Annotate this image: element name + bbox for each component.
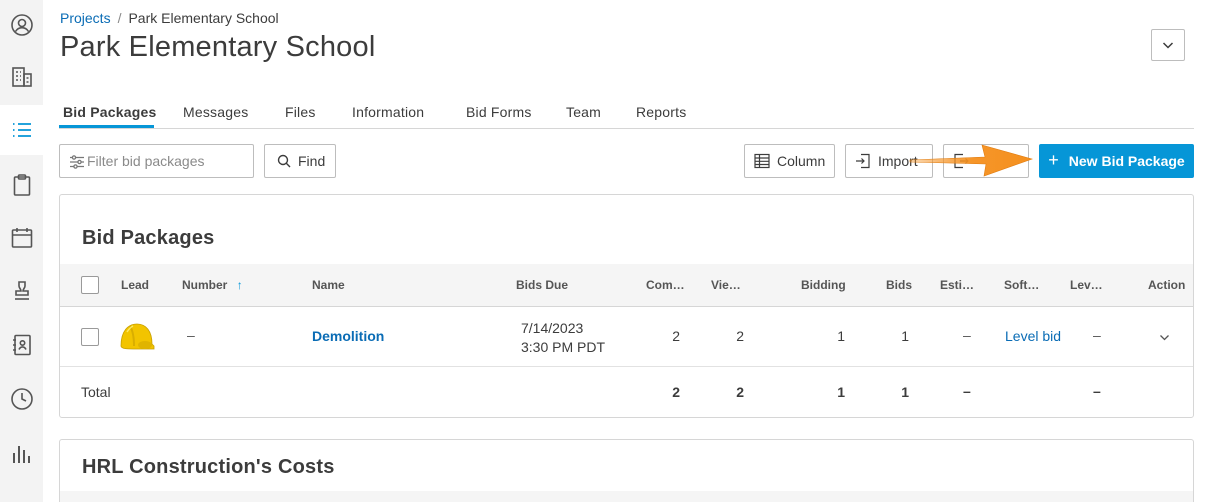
viewed-cell: 2 xyxy=(736,328,744,344)
total-label: Total xyxy=(81,384,111,400)
rail-clipboard[interactable] xyxy=(0,160,43,210)
column-header-leveled[interactable]: Lev… xyxy=(1070,278,1103,292)
tab-messages[interactable]: Messages xyxy=(183,104,248,120)
column-header-estimate[interactable]: Esti… xyxy=(940,278,974,292)
column-header-action: Action xyxy=(1148,278,1186,292)
bids-due-date: 7/14/2023 xyxy=(521,320,584,336)
rail-calendar[interactable] xyxy=(0,213,43,263)
search-icon xyxy=(277,154,291,168)
calendar-icon xyxy=(11,228,32,248)
new-bid-package-button[interactable]: + New Bid Package xyxy=(1039,144,1194,178)
costs-title: HRL Construction's Costs xyxy=(82,456,335,478)
bid-packages-title: Bid Packages xyxy=(82,227,215,249)
total-leveled: – xyxy=(1093,383,1101,399)
export-button[interactable] xyxy=(943,144,1029,178)
breadcrumb: Projects / Park Elementary School xyxy=(60,10,279,26)
column-header-software[interactable]: Soft… xyxy=(1004,278,1039,292)
row-checkbox[interactable] xyxy=(81,328,99,346)
hard-hat-icon xyxy=(120,323,155,350)
page-title: Park Elementary School xyxy=(60,31,376,63)
rail-stamp[interactable] xyxy=(0,266,43,316)
table-header: Lead Number ↑ Name Bids Due Com… Vie… Bi… xyxy=(60,264,1193,307)
left-rail xyxy=(0,0,43,502)
rail-analytics[interactable] xyxy=(0,429,43,479)
building-icon xyxy=(11,67,32,87)
column-header-number-label: Number xyxy=(182,278,228,292)
filter-icon xyxy=(70,155,84,169)
column-header-bidding[interactable]: Bidding xyxy=(801,278,846,292)
row-actions-chevron-icon[interactable] xyxy=(1159,332,1170,343)
active-tab-indicator xyxy=(59,125,154,128)
column-header-viewed[interactable]: Vie… xyxy=(711,278,741,292)
column-header-number[interactable]: Number ↑ xyxy=(182,278,243,292)
filter-box xyxy=(59,144,254,178)
table-columns-icon xyxy=(754,153,770,169)
filter-input[interactable] xyxy=(87,145,251,177)
project-menu-button[interactable] xyxy=(1151,29,1185,61)
clipboard-icon xyxy=(13,174,30,196)
import-icon xyxy=(856,153,870,169)
new-bid-package-label: New Bid Package xyxy=(1068,153,1185,169)
user-circle-icon xyxy=(10,14,33,36)
rail-projects[interactable] xyxy=(0,52,43,102)
total-bidding: 1 xyxy=(837,384,845,400)
bids-cell: 1 xyxy=(901,328,909,344)
rail-history[interactable] xyxy=(0,374,43,424)
estimate-cell: – xyxy=(963,327,971,343)
tab-bid-forms[interactable]: Bid Forms xyxy=(466,104,532,120)
column-header-lead[interactable]: Lead xyxy=(121,278,149,292)
breadcrumb-projects-link[interactable]: Projects xyxy=(60,10,111,26)
bidding-cell: 1 xyxy=(837,328,845,344)
total-committed: 2 xyxy=(672,384,680,400)
column-header-committed[interactable]: Com… xyxy=(646,278,685,292)
total-viewed: 2 xyxy=(736,384,744,400)
leveled-cell: – xyxy=(1093,327,1101,343)
rail-bid-board[interactable] xyxy=(0,105,43,155)
column-button[interactable]: Column xyxy=(744,144,835,178)
import-button[interactable]: Import xyxy=(845,144,933,178)
column-label: Column xyxy=(777,153,826,169)
bar-chart-icon xyxy=(12,446,30,463)
breadcrumb-current: Park Elementary School xyxy=(128,10,279,26)
number-cell: – xyxy=(187,327,195,343)
chevron-down-icon xyxy=(1162,42,1174,49)
table-row: – Demolition 7/14/2023 3:30 PM PDT 2 2 1… xyxy=(60,307,1193,367)
bids-due-time: 3:30 PM PDT xyxy=(521,339,606,355)
tab-files[interactable]: Files xyxy=(285,104,316,120)
bid-package-name-link[interactable]: Demolition xyxy=(312,328,384,344)
list-icon xyxy=(12,123,31,137)
address-book-icon xyxy=(12,334,31,356)
total-row: Total 2 2 1 1 – – xyxy=(60,367,1193,417)
costs-table-header xyxy=(60,491,1193,502)
total-bids: 1 xyxy=(901,384,909,400)
import-label: Import xyxy=(878,153,918,169)
tab-reports[interactable]: Reports xyxy=(636,104,686,120)
tab-bar: Bid Packages Messages Files Information … xyxy=(59,96,1194,129)
find-label: Find xyxy=(298,153,326,169)
level-bids-link[interactable]: Level bid xyxy=(1005,328,1061,344)
total-estimate: – xyxy=(963,383,971,399)
select-all-checkbox[interactable] xyxy=(81,276,99,294)
export-icon xyxy=(954,153,969,169)
costs-card: HRL Construction's Costs xyxy=(59,439,1194,502)
rail-directory[interactable] xyxy=(0,320,43,370)
rail-profile[interactable] xyxy=(0,0,43,50)
tab-bid-packages[interactable]: Bid Packages xyxy=(63,104,156,120)
tab-team[interactable]: Team xyxy=(566,104,601,120)
committed-cell: 2 xyxy=(672,328,680,344)
column-header-bids[interactable]: Bids xyxy=(886,278,912,292)
breadcrumb-separator: / xyxy=(117,10,122,26)
clock-icon xyxy=(10,388,33,410)
column-header-name[interactable]: Name xyxy=(312,278,345,292)
plus-icon: + xyxy=(1048,149,1059,170)
column-header-bids-due[interactable]: Bids Due xyxy=(516,278,568,292)
sort-arrow-up-icon: ↑ xyxy=(236,278,243,292)
tab-information[interactable]: Information xyxy=(352,104,424,120)
find-button[interactable]: Find xyxy=(264,144,336,178)
stamp-icon xyxy=(14,281,29,300)
bid-packages-card: Bid Packages Lead Number ↑ Name Bids Due… xyxy=(59,194,1194,418)
